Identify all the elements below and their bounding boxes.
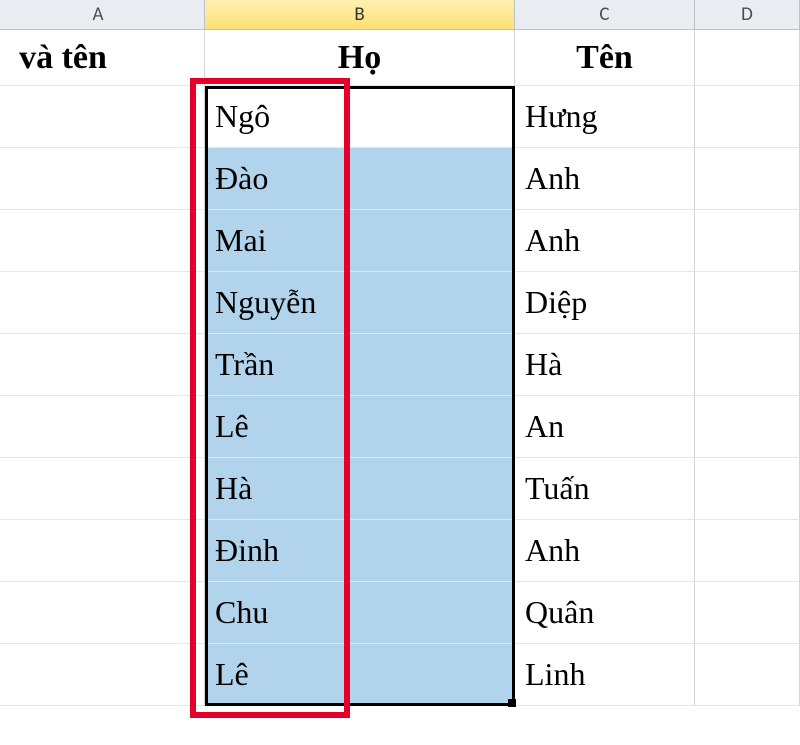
cell-A6[interactable]: anh Hà (0, 334, 205, 396)
cell-C2[interactable]: Hưng (515, 86, 695, 148)
header-B: Họ (338, 39, 381, 77)
cell-C4[interactable]: Anh (515, 210, 695, 272)
col-header-A[interactable]: A (0, 0, 205, 30)
cell-B5[interactable]: Nguyễn (205, 272, 515, 334)
cell-B2[interactable]: Ngô (205, 86, 515, 148)
col-header-D[interactable]: D (695, 0, 800, 30)
cell-B10[interactable]: Chu (205, 582, 515, 644)
table-row: Tuấn Hà Tuấn (0, 458, 800, 520)
cell-D7[interactable] (695, 396, 800, 458)
cell-A7[interactable]: An (0, 396, 205, 458)
cell-D1[interactable] (695, 30, 800, 86)
cell-B7[interactable]: Lê (205, 396, 515, 458)
cell-C3[interactable]: Anh (515, 148, 695, 210)
table-row: An Diệp Nguyễn Diệp (0, 272, 800, 334)
cell-A10[interactable]: Quân (0, 582, 205, 644)
cell-A11[interactable]: y Linh (0, 644, 205, 706)
cell-D9[interactable] (695, 520, 800, 582)
cell-A4[interactable]: ùy Anh (0, 210, 205, 272)
cell-C1[interactable]: Tên (515, 30, 695, 86)
cell-D8[interactable] (695, 458, 800, 520)
column-headers: A B C D (0, 0, 800, 30)
cell-B11[interactable]: Lê (205, 644, 515, 706)
cell-D11[interactable] (695, 644, 800, 706)
table-row: anh Hà Trần Hà (0, 334, 800, 396)
col-header-C[interactable]: C (515, 0, 695, 30)
cell-B3[interactable]: Đào (205, 148, 515, 210)
cell-D5[interactable] (695, 272, 800, 334)
header-A: và tên (19, 39, 107, 77)
header-C: Tên (576, 39, 633, 77)
cell-A1[interactable]: và tên (0, 30, 205, 86)
table-row: ùy Anh Mai Anh (0, 210, 800, 272)
cell-B9[interactable]: Đinh (205, 520, 515, 582)
cell-C10[interactable]: Quân (515, 582, 695, 644)
table-row: ùng Anh Đinh Anh (0, 520, 800, 582)
cell-D6[interactable] (695, 334, 800, 396)
table-row: ang Anh Đào Anh (0, 148, 800, 210)
cell-C8[interactable]: Tuấn (515, 458, 695, 520)
table-row: An Lê An (0, 396, 800, 458)
cell-A8[interactable]: Tuấn (0, 458, 205, 520)
cell-A3[interactable]: ang Anh (0, 148, 205, 210)
grid: và tên Họ Tên úc Hưng Ngô Hưng ang Anh Đ… (0, 30, 800, 706)
cell-A2[interactable]: úc Hưng (0, 86, 205, 148)
cell-C11[interactable]: Linh (515, 644, 695, 706)
cell-B1[interactable]: Họ (205, 30, 515, 86)
cell-B6[interactable]: Trần (205, 334, 515, 396)
cell-A9[interactable]: ùng Anh (0, 520, 205, 582)
cell-D4[interactable] (695, 210, 800, 272)
cell-B8[interactable]: Hà (205, 458, 515, 520)
cell-A5[interactable]: An Diệp (0, 272, 205, 334)
cell-B4[interactable]: Mai (205, 210, 515, 272)
cell-C6[interactable]: Hà (515, 334, 695, 396)
table-row: úc Hưng Ngô Hưng (0, 86, 800, 148)
header-row: và tên Họ Tên (0, 30, 800, 86)
cell-C5[interactable]: Diệp (515, 272, 695, 334)
cell-D10[interactable] (695, 582, 800, 644)
cell-D2[interactable] (695, 86, 800, 148)
cell-C7[interactable]: An (515, 396, 695, 458)
spreadsheet: A B C D và tên Họ Tên úc Hưng Ngô Hưng a… (0, 0, 800, 745)
cell-C9[interactable]: Anh (515, 520, 695, 582)
cell-D3[interactable] (695, 148, 800, 210)
col-header-B[interactable]: B (205, 0, 515, 30)
table-row: y Linh Lê Linh (0, 644, 800, 706)
table-row: Quân Chu Quân (0, 582, 800, 644)
